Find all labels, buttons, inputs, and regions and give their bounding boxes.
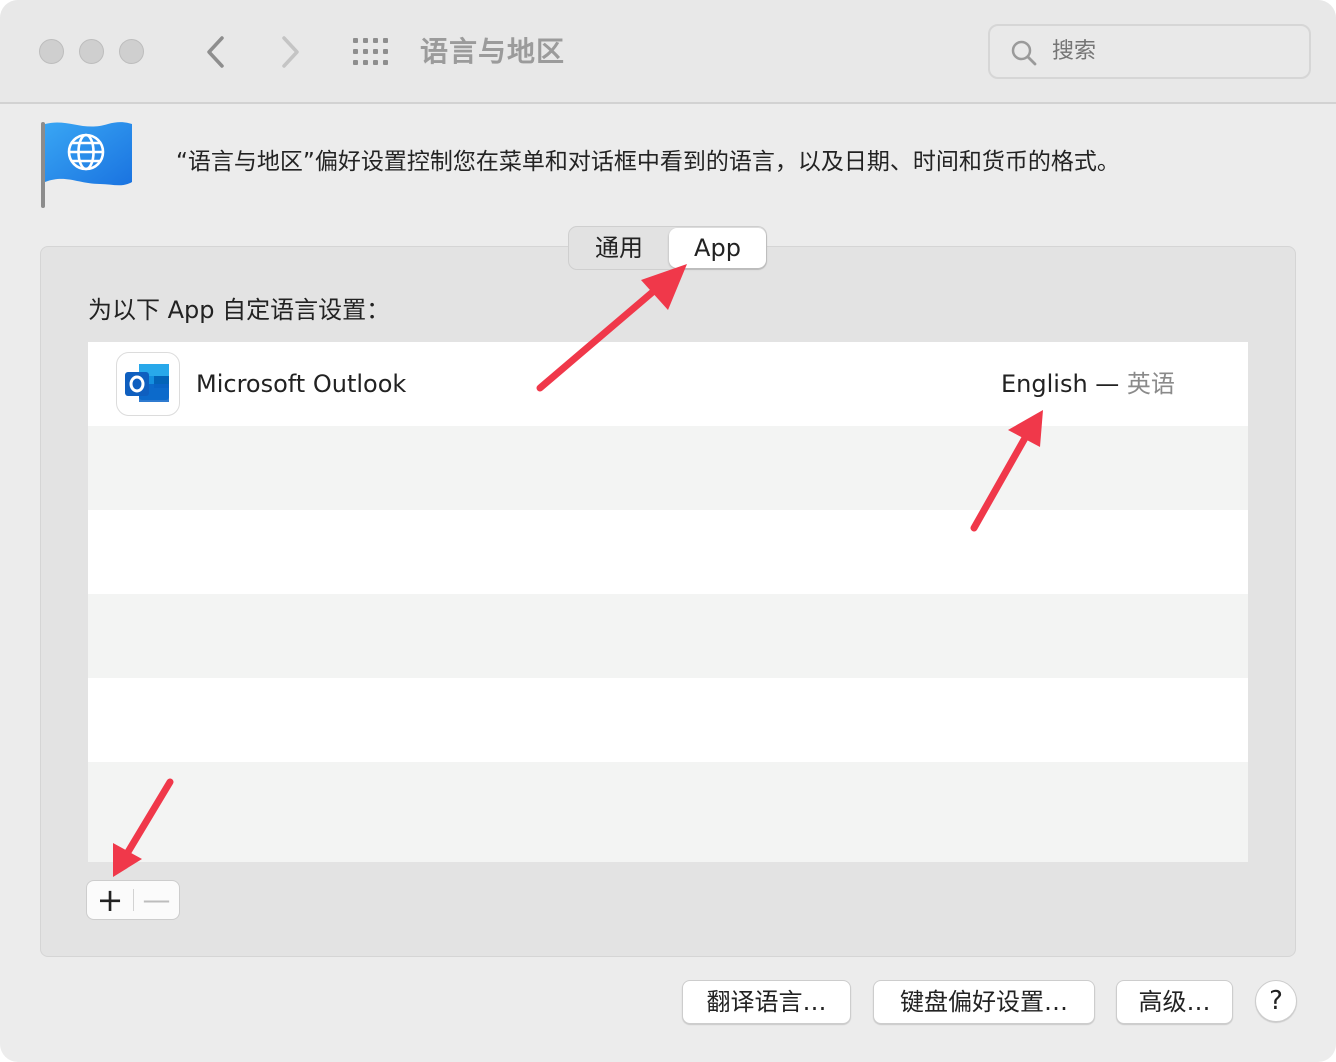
app-list-label: 为以下 App 自定语言设置：	[88, 296, 391, 324]
app-list: Microsoft Outlook English — 英语	[88, 342, 1248, 862]
forward-button[interactable]	[270, 30, 310, 74]
search-input[interactable]	[1052, 26, 1292, 77]
minimize-window-button[interactable]	[79, 39, 104, 64]
advanced-button[interactable]: 高级…	[1116, 980, 1233, 1024]
add-button[interactable]: +	[87, 881, 133, 919]
list-item[interactable]: Microsoft Outlook English — 英语	[88, 342, 1248, 426]
app-language: English —	[1001, 370, 1127, 398]
translate-languages-button[interactable]: 翻译语言…	[682, 980, 851, 1024]
app-language-popup[interactable]: English — 英语	[1001, 362, 1175, 406]
tab-control: 通用 App	[568, 226, 767, 270]
remove-button[interactable]: —	[134, 881, 179, 919]
chevron-right-icon	[282, 36, 299, 68]
app-name: Microsoft Outlook	[196, 370, 407, 398]
tab-general[interactable]: 通用	[569, 227, 669, 269]
add-remove-control: + —	[86, 880, 180, 920]
show-all-button[interactable]	[352, 37, 392, 67]
empty-row	[88, 678, 1248, 762]
search-icon	[1011, 40, 1037, 66]
titlebar: 语言与地区	[0, 0, 1336, 104]
app-language-native: 英语	[1126, 370, 1175, 398]
outlook-icon	[116, 352, 180, 416]
window-title: 语言与地区	[420, 35, 566, 68]
system-preferences-window: 语言与地区 “语言与地区”偏好设置控制您在菜单和对话框中看到的语言，以及日期、时…	[0, 0, 1336, 1062]
globe-flag-icon	[41, 122, 132, 208]
empty-row	[88, 594, 1248, 678]
keyboard-preferences-button[interactable]: 键盘偏好设置…	[873, 980, 1095, 1024]
empty-row	[88, 426, 1248, 510]
grid-icon	[353, 38, 388, 65]
tab-app[interactable]: App	[669, 228, 766, 268]
pane-description: “语言与地区”偏好设置控制您在菜单和对话框中看到的语言，以及日期、时间和货币的格…	[176, 149, 1120, 175]
close-window-button[interactable]	[39, 39, 64, 64]
back-button[interactable]	[196, 30, 236, 74]
zoom-window-button[interactable]	[119, 39, 144, 64]
search-field[interactable]	[988, 24, 1311, 79]
help-button[interactable]: ?	[1255, 980, 1297, 1022]
empty-row	[88, 510, 1248, 594]
empty-row	[88, 762, 1248, 862]
chevron-left-icon	[207, 36, 224, 68]
